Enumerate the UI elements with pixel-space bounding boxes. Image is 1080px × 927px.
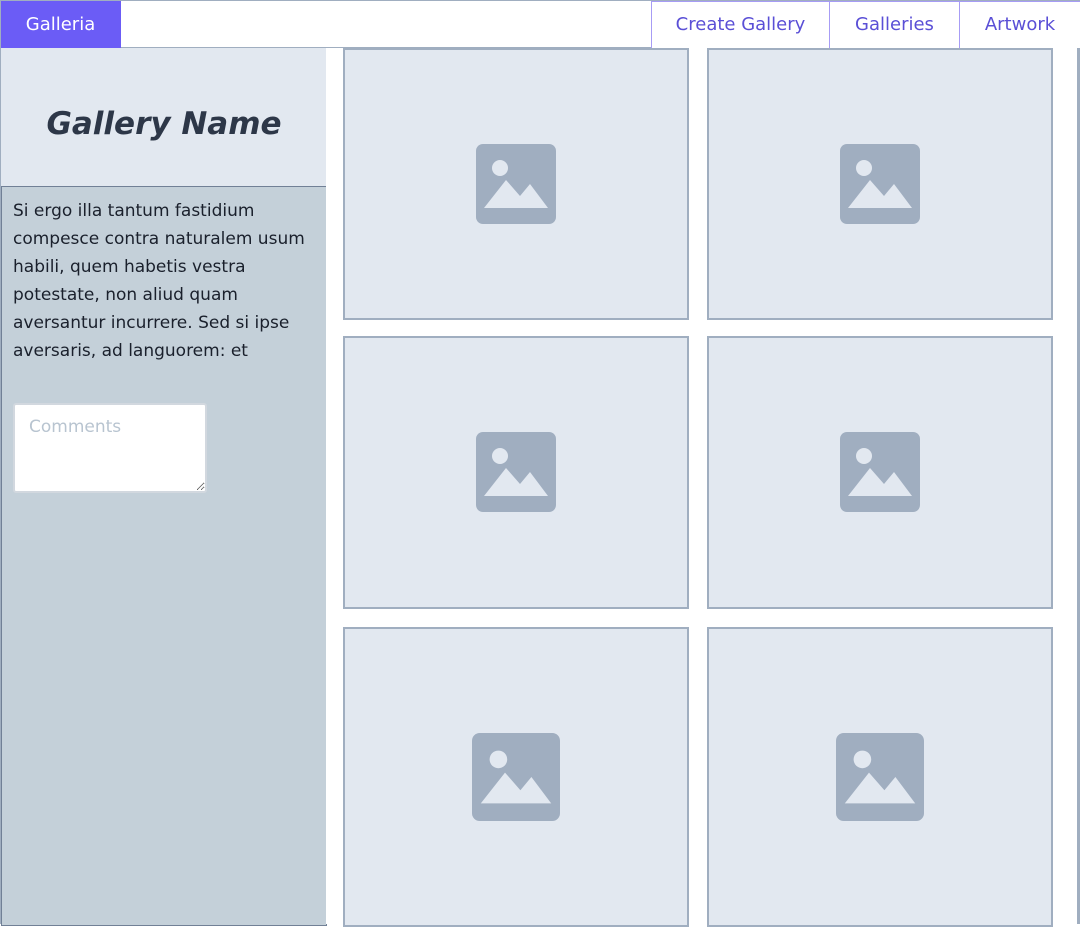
brand-logo[interactable]: Galleria: [1, 1, 121, 49]
gallery-grid: [326, 48, 1080, 927]
image-placeholder-icon: [836, 733, 924, 821]
gallery-name-heading: Gallery Name: [46, 106, 282, 142]
galleries-button[interactable]: Galleries: [829, 1, 960, 49]
image-placeholder-icon: [476, 144, 556, 224]
image-placeholder-icon: [476, 432, 556, 512]
comments-input[interactable]: [13, 403, 207, 493]
gallery-description-text: Si ergo illa tantum fastidium compesce c…: [13, 201, 305, 361]
gallery-sidebar: Gallery Name Si ergo illa tantum fastidi…: [0, 48, 327, 926]
gallery-tile[interactable]: [343, 48, 689, 320]
image-placeholder-icon: [472, 733, 560, 821]
image-placeholder-icon: [840, 432, 920, 512]
gallery-tile[interactable]: [343, 336, 689, 609]
image-placeholder-icon: [840, 144, 920, 224]
gallery-tile[interactable]: [707, 627, 1053, 927]
gallery-description-panel: Si ergo illa tantum fastidium compesce c…: [1, 186, 327, 926]
gallery-tile[interactable]: [343, 627, 689, 927]
top-navigation-bar: Galleria Create Gallery Galleries Artwor…: [0, 0, 1080, 49]
create-gallery-button[interactable]: Create Gallery: [651, 1, 830, 49]
artwork-button[interactable]: Artwork: [959, 1, 1080, 49]
gallery-tile[interactable]: [707, 48, 1053, 320]
gallery-tile[interactable]: [707, 336, 1053, 609]
